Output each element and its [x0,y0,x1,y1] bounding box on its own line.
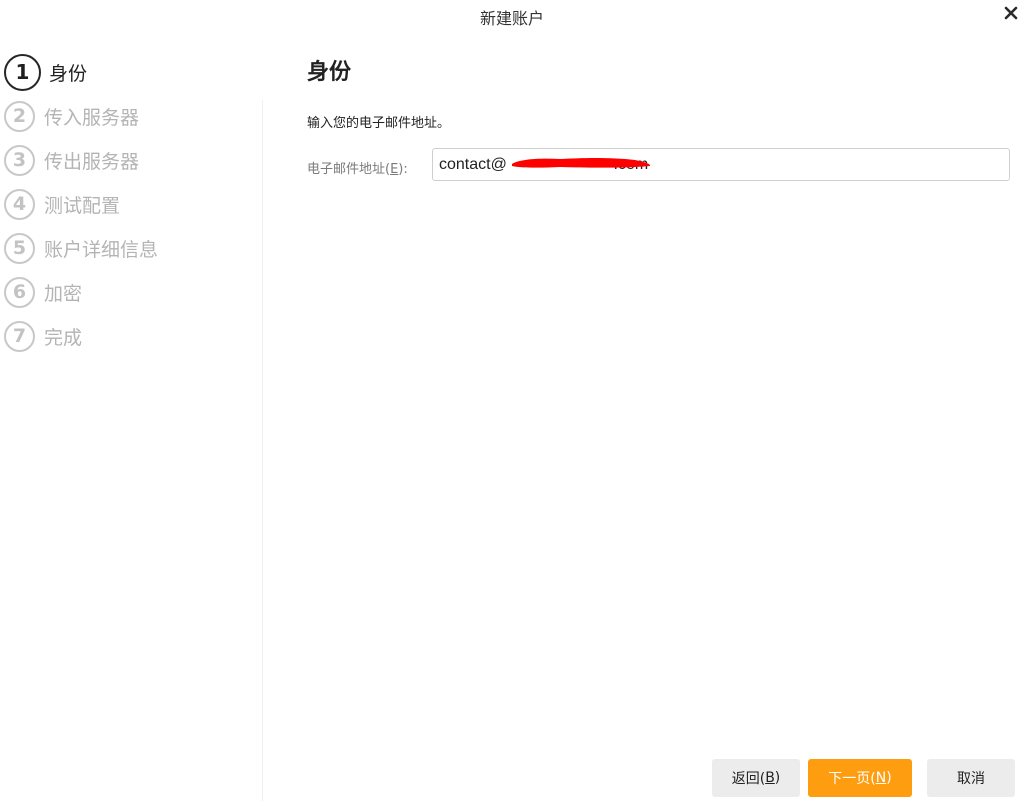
step-number-badge: 3 [4,144,35,176]
step-label: 传出服务器 [44,150,140,173]
step-number-badge: 4 [4,188,35,220]
close-icon[interactable] [1000,2,1022,24]
step-number-badge: 7 [4,320,35,352]
step-label: 身份 [49,62,88,85]
step-number-badge: 1 [4,53,41,91]
step-label: 加密 [44,282,83,305]
step-outgoing-server[interactable]: 3 传出服务器 [4,141,139,179]
step-incoming-server[interactable]: 2 传入服务器 [4,97,139,135]
step-number-badge: 5 [4,232,35,264]
sidebar-divider [262,100,263,801]
back-button[interactable]: 返回(B) [712,759,800,797]
next-button[interactable]: 下一页(N) [808,759,912,797]
step-number-badge: 2 [4,100,35,132]
step-identity[interactable]: 1 身份 [4,53,87,91]
email-label: 电子邮件地址(E): [307,162,408,177]
step-encryption[interactable]: 6 加密 [4,273,82,311]
email-field-box [432,148,1010,181]
instruction-text: 输入您的电子邮件地址。 [307,116,451,131]
cancel-button[interactable]: 取消 [927,759,1015,797]
step-account-details[interactable]: 5 账户详细信息 [4,229,158,267]
step-finish[interactable]: 7 完成 [4,317,82,355]
step-test-config[interactable]: 4 测试配置 [4,185,120,223]
step-label: 账户详细信息 [44,238,159,261]
step-label: 完成 [44,326,83,349]
page-title: 身份 [307,60,352,85]
identity-page: 身份 输入您的电子邮件地址。 电子邮件地址(E): [307,58,1012,181]
step-number-badge: 6 [4,276,35,308]
new-account-dialog: 新建账户 1 身份 2 传入服务器 3 传出服务器 4 测试配置 5 账户详细信… [0,0,1024,801]
email-field[interactable] [433,149,1009,180]
window-title: 新建账户 [479,9,544,28]
step-label: 传入服务器 [44,106,140,129]
step-label: 测试配置 [44,194,121,217]
title-bar: 新建账户 [0,0,1024,32]
wizard-steps: 1 身份 2 传入服务器 3 传出服务器 4 测试配置 5 账户详细信息 6 加… [0,50,262,801]
